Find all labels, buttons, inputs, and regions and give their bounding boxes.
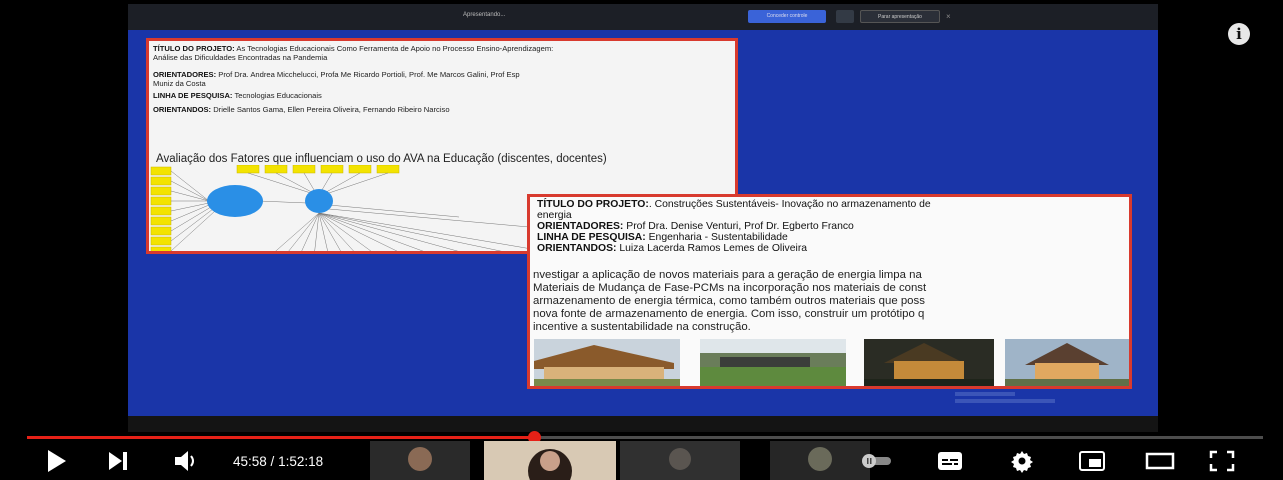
slide2-students-line: ORIENTANDOS: Luiza Lacerda Ramos Lemes d… <box>537 243 807 254</box>
slide2-advisors-value: Prof Dra. Denise Venturi, Prof Dr. Egber… <box>623 221 854 232</box>
mute-button[interactable] <box>168 447 204 475</box>
participant-thumbnail <box>620 441 740 480</box>
avatar <box>528 449 572 480</box>
theater-mode-button[interactable] <box>1140 447 1180 475</box>
play-button[interactable] <box>38 447 74 475</box>
slide1-title-label: TÍTULO DO PROJETO: <box>153 44 235 53</box>
slide2-title-line: TÍTULO DO PROJETO:. Construções Sustentá… <box>537 199 931 210</box>
slide2-advisors-line: ORIENTADORES: Prof Dra. Denise Venturi, … <box>537 221 854 232</box>
fullscreen-button[interactable] <box>1202 447 1242 475</box>
miniplayer-button[interactable] <box>1072 447 1112 475</box>
slide1-advisors-label: ORIENTADORES: <box>153 70 217 79</box>
slide2-paragraph-line: Materiais de Mudança de Fase-PCMs na inc… <box>533 282 927 294</box>
slide2-students-label: ORIENTANDOS: <box>537 243 617 254</box>
miniplayer-icon <box>1079 451 1105 471</box>
slide-project-2: TÍTULO DO PROJETO:. Construções Sustentá… <box>527 194 1132 389</box>
autoplay-toggle-icon <box>862 454 891 468</box>
settings-button[interactable] <box>1004 447 1040 475</box>
autoplay-toggle[interactable] <box>852 447 902 475</box>
participant-thumbnail <box>370 441 470 480</box>
give-control-button: Conceder controle <box>748 10 826 23</box>
slide1-students-label: ORIENTANDOS: <box>153 105 212 114</box>
video-player[interactable]: Apresentando... Conceder controle Parar … <box>0 0 1283 480</box>
slide2-title-line-2: energia <box>537 210 572 221</box>
slide2-title-value: . Construções Sustentáveis- Inovação no … <box>648 199 931 210</box>
stage-bottom-bar <box>128 416 1158 432</box>
screen-share-icon <box>836 10 854 23</box>
slide2-paragraph-line: incentive a sustentabilidade na construç… <box>533 321 751 333</box>
slide1-research-value: Tecnologias Educacionais <box>232 91 322 100</box>
building-photo-4 <box>1005 339 1129 386</box>
slide1-advisors-line: ORIENTADORES: Prof Dra. Andrea Miccheluc… <box>153 70 520 79</box>
slide1-research-line: LINHA DE PESQUISA: Tecnologias Educacion… <box>153 91 322 100</box>
slide-footer-watermark <box>955 392 1055 403</box>
info-icon[interactable]: i <box>1228 23 1250 45</box>
slide2-paragraph-line: armazenamento de energia térmica, como t… <box>533 295 925 307</box>
duration: 1:52:18 <box>278 454 324 469</box>
play-icon <box>48 450 66 472</box>
slide1-research-label: LINHA DE PESQUISA: <box>153 91 233 100</box>
slide1-advisors-value: Prof Dra. Andrea Micchelucci, Profa Me R… <box>216 70 520 79</box>
slide2-paragraph-line: nvestigar a aplicação de novos materiais… <box>533 269 922 281</box>
slide2-advisors-label: ORIENTADORES: <box>537 221 624 232</box>
volume-icon <box>175 451 194 471</box>
slide1-advisors-line-2: Muniz da Costa <box>153 79 206 88</box>
progress-bar[interactable] <box>27 431 1263 444</box>
subtitles-icon <box>938 452 962 470</box>
next-icon <box>109 452 127 470</box>
gear-icon <box>1011 451 1033 473</box>
participant-thumbnail <box>484 441 616 480</box>
slide2-research-label: LINHA DE PESQUISA: <box>537 232 646 243</box>
meeting-toolbar: Apresentando... Conceder controle Parar … <box>128 4 1158 30</box>
slide2-students-value: Luiza Lacerda Ramos Lemes de Oliveira <box>616 243 808 254</box>
slide1-students-value: Drielle Santos Gama, Ellen Pereira Olive… <box>211 105 450 114</box>
slide1-students-line: ORIENTANDOS: Drielle Santos Gama, Ellen … <box>153 105 450 114</box>
avatar <box>408 447 432 471</box>
theater-mode-icon <box>1145 452 1175 470</box>
player-controls: 45:58 / 1:52:18 <box>0 441 1283 480</box>
close-icon: × <box>946 12 951 21</box>
building-photo-2 <box>700 339 846 386</box>
current-time: 45:58 <box>233 454 267 469</box>
time-display: 45:58 / 1:52:18 <box>233 454 323 469</box>
slide1-title-line: TÍTULO DO PROJETO: As Tecnologias Educac… <box>153 44 553 53</box>
subtitles-button[interactable] <box>930 447 970 475</box>
fullscreen-icon <box>1209 450 1235 472</box>
next-button[interactable] <box>100 447 136 475</box>
building-photo-1 <box>534 339 680 386</box>
slide2-paragraph-line: nova fonte de armazenamento de energia. … <box>533 308 925 320</box>
slide1-title-value: As Tecnologias Educacionais Como Ferrame… <box>234 44 554 53</box>
slide2-research-value: Engenharia - Sustentabilidade <box>645 232 788 243</box>
stop-presenting-button: Parar apresentação <box>860 10 940 23</box>
avatar <box>669 448 691 470</box>
progress-played <box>27 436 534 439</box>
slide1-title-line-2: Análise das Dificuldades Encontradas na … <box>153 53 328 62</box>
presenting-label: Apresentando... <box>463 12 506 18</box>
slide2-research-line: LINHA DE PESQUISA: Engenharia - Sustenta… <box>537 232 788 243</box>
slide2-title-label: TÍTULO DO PROJETO: <box>537 199 649 210</box>
time-separator: / <box>266 454 279 469</box>
slide1-heading: Avaliação dos Fatores que influenciam o … <box>156 153 607 165</box>
building-photo-3 <box>864 339 994 386</box>
